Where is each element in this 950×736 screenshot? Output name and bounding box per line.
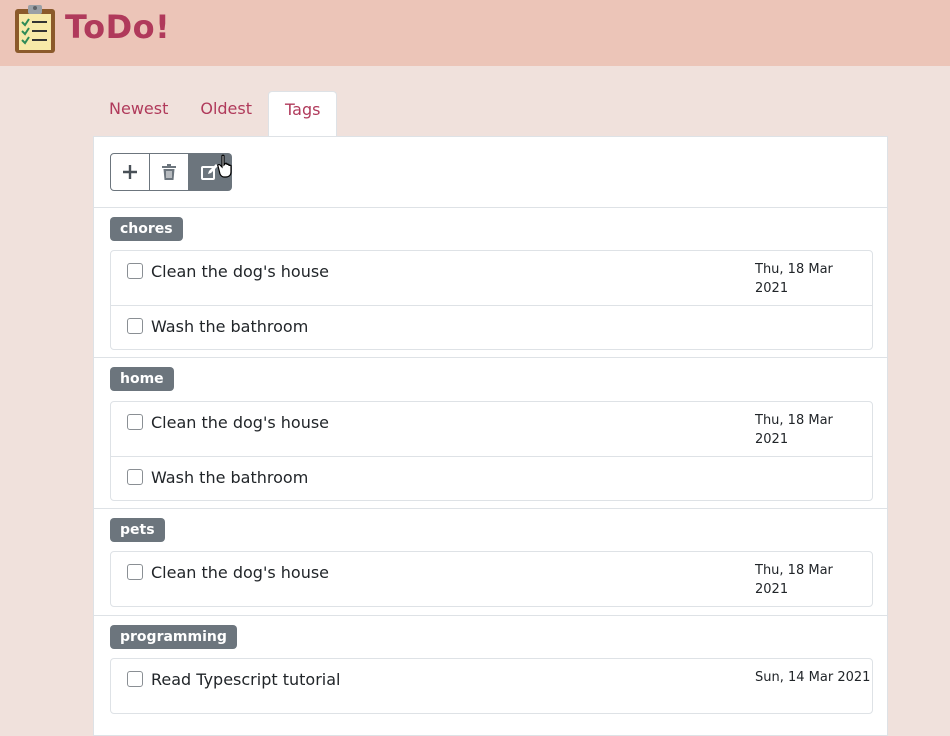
todo-list-programming: Read Typescript tutorial Sun, 14 Mar 202… xyxy=(110,658,873,714)
todo-date: Thu, 18 Mar 2021 xyxy=(755,563,833,597)
tags-panel: chores Clean the dog's house Thu, 18 Mar… xyxy=(93,136,888,736)
todo-date: Thu, 18 Mar 2021 xyxy=(755,413,833,447)
app-header: ToDo! xyxy=(0,0,950,66)
todo-list-pets: Clean the dog's house Thu, 18 Mar 2021 xyxy=(110,551,873,607)
list-item: Wash the bathroom xyxy=(111,306,872,349)
todo-checkbox[interactable] xyxy=(127,263,143,279)
divider xyxy=(94,357,887,358)
divider xyxy=(94,508,887,509)
todo-text: Clean the dog's house xyxy=(151,563,330,582)
tag-badge-programming: programming xyxy=(110,625,237,649)
divider xyxy=(94,207,887,208)
todo-list-chores: Clean the dog's house Thu, 18 Mar 2021 W… xyxy=(110,250,873,350)
todo-text: Wash the bathroom xyxy=(151,317,309,336)
toolbar xyxy=(110,153,232,191)
todo-date: Thu, 18 Mar 2021 xyxy=(755,262,833,296)
clipboard-checklist-icon xyxy=(15,5,55,53)
tab-tags[interactable]: Tags xyxy=(268,91,338,136)
tag-badge-pets: pets xyxy=(110,518,165,542)
tag-badge-chores: chores xyxy=(110,217,183,241)
hand-pointer-icon xyxy=(217,154,232,178)
todo-text: Clean the dog's house xyxy=(151,262,330,281)
list-item: Wash the bathroom xyxy=(111,457,872,500)
list-item: Clean the dog's house Thu, 18 Mar 2021 xyxy=(111,402,872,457)
todo-checkbox[interactable] xyxy=(127,671,143,687)
todo-checkbox[interactable] xyxy=(127,414,143,430)
list-item: Clean the dog's house Thu, 18 Mar 2021 xyxy=(111,552,872,606)
add-button[interactable] xyxy=(110,153,150,191)
todo-checkbox[interactable] xyxy=(127,469,143,485)
delete-button[interactable] xyxy=(150,153,189,191)
trash-icon xyxy=(162,164,176,180)
todo-list-home: Clean the dog's house Thu, 18 Mar 2021 W… xyxy=(110,401,873,501)
divider xyxy=(94,615,887,616)
list-item: Clean the dog's house Thu, 18 Mar 2021 xyxy=(111,251,872,306)
todo-date: Sun, 14 Mar 2021 xyxy=(755,670,871,685)
todo-checkbox[interactable] xyxy=(127,564,143,580)
todo-text: Read Typescript tutorial xyxy=(151,670,341,689)
plus-icon xyxy=(123,165,137,179)
todo-text: Clean the dog's house xyxy=(151,413,330,432)
sort-tabs: Newest Oldest Tags xyxy=(93,91,338,136)
tab-newest[interactable]: Newest xyxy=(93,91,184,135)
tab-oldest[interactable]: Oldest xyxy=(184,91,268,135)
list-item: Read Typescript tutorial Sun, 14 Mar 202… xyxy=(111,659,872,713)
app-title: ToDo! xyxy=(65,8,171,46)
todo-checkbox[interactable] xyxy=(127,318,143,334)
todo-text: Wash the bathroom xyxy=(151,468,309,487)
tag-badge-home: home xyxy=(110,367,174,391)
